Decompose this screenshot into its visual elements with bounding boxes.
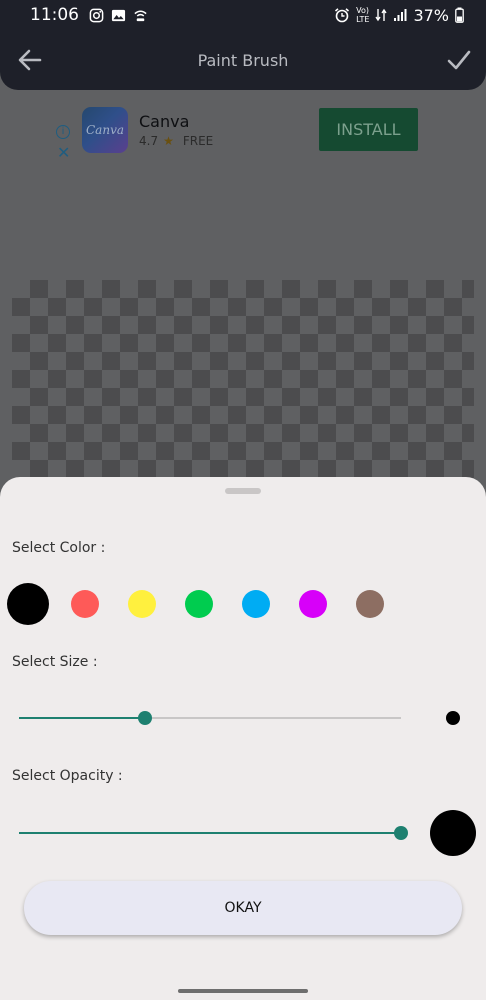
data-icon	[375, 8, 388, 22]
ad-rating-value: 4.7	[139, 134, 159, 148]
opacity-slider-thumb[interactable]	[394, 826, 408, 840]
battery-percent: 37%	[413, 5, 449, 25]
page-title: Paint Brush	[197, 50, 289, 70]
select-opacity-label: Select Opacity :	[12, 768, 123, 784]
size-preview-dot	[446, 711, 460, 725]
instagram-icon	[89, 8, 104, 22]
check-icon[interactable]	[446, 47, 472, 73]
app-bar: Paint Brush	[0, 30, 486, 90]
signal-icon	[394, 9, 407, 21]
color-swatch[interactable]	[299, 590, 327, 618]
color-swatch[interactable]	[185, 590, 213, 618]
color-swatch[interactable]	[242, 590, 270, 618]
ad-rating: 4.7 ★ FREE	[139, 134, 213, 148]
volte-icon: Vo) LTE	[356, 6, 369, 24]
volte-label-bottom: LTE	[356, 15, 370, 24]
arrow-left-icon[interactable]	[16, 46, 44, 74]
brush-settings-sheet: Select Color : Select Size : Select Opac…	[0, 477, 486, 1000]
size-slider-thumb[interactable]	[138, 711, 153, 725]
close-icon[interactable]: ✕	[57, 143, 70, 162]
drawing-canvas[interactable]	[12, 280, 474, 480]
star-icon: ★	[163, 134, 174, 148]
gallery-icon	[111, 9, 126, 21]
okay-button[interactable]: OKAY	[24, 881, 462, 935]
select-color-label: Select Color :	[12, 540, 106, 556]
drag-handle[interactable]	[225, 488, 261, 494]
alarm-icon	[335, 8, 350, 23]
color-swatch-selected[interactable]	[7, 583, 49, 625]
status-right-group: Vo) LTE 37%	[334, 6, 464, 25]
battery-icon	[455, 7, 464, 23]
home-indicator[interactable]	[178, 989, 308, 993]
ad-price: FREE	[182, 134, 214, 148]
volte-label-top: Vo)	[356, 6, 370, 15]
wifi-calling-icon	[134, 10, 147, 21]
status-time: 11:06	[30, 5, 79, 25]
opacity-preview-dot	[430, 810, 476, 856]
ad-app-name[interactable]: Canva	[139, 112, 189, 131]
color-swatch[interactable]	[356, 590, 384, 618]
install-button[interactable]: INSTALL	[319, 108, 418, 151]
select-size-label: Select Size :	[12, 654, 98, 670]
info-icon[interactable]: i	[56, 125, 70, 139]
status-bar: 11:06 Vo) LTE 37%	[0, 0, 486, 30]
color-swatch[interactable]	[71, 590, 99, 618]
color-swatch[interactable]	[128, 590, 156, 618]
ad-app-logo[interactable]: Canva	[82, 107, 128, 153]
opacity-slider-fill	[19, 832, 401, 834]
size-slider-fill	[19, 717, 146, 719]
